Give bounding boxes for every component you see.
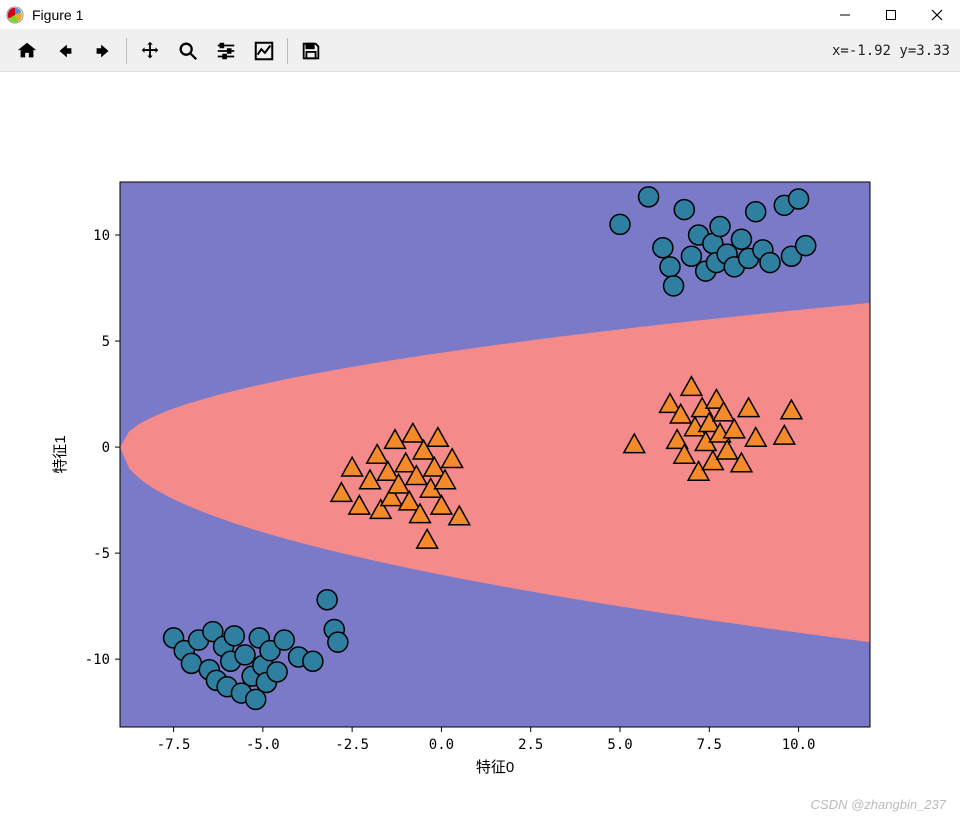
- svg-text:特征0: 特征0: [476, 759, 514, 776]
- svg-text:2.5: 2.5: [518, 737, 543, 753]
- svg-text:10: 10: [93, 228, 110, 244]
- svg-text:5.0: 5.0: [607, 737, 632, 753]
- svg-text:特征1: 特征1: [52, 435, 69, 473]
- minimize-button[interactable]: [822, 0, 868, 30]
- maximize-button[interactable]: [868, 0, 914, 30]
- window-title-bar: Figure 1: [0, 0, 960, 30]
- close-button[interactable]: [914, 0, 960, 30]
- app-icon: [6, 6, 24, 24]
- configure-button[interactable]: [207, 32, 245, 70]
- zoom-button[interactable]: [169, 32, 207, 70]
- svg-text:-7.5: -7.5: [157, 737, 191, 753]
- window-title: Figure 1: [32, 7, 822, 23]
- save-button[interactable]: [292, 32, 330, 70]
- scatter-plot[interactable]: -7.5 -5.0 -2.5 0.0 2.5 5.0 7.5 10.0 -10 -5 0 5 10 特征0…: [0, 72, 960, 802]
- svg-text:0: 0: [102, 440, 110, 456]
- svg-text:5: 5: [102, 334, 110, 350]
- svg-text:-2.5: -2.5: [335, 737, 369, 753]
- pan-button[interactable]: [131, 32, 169, 70]
- svg-text:7.5: 7.5: [697, 737, 722, 753]
- back-button[interactable]: [46, 32, 84, 70]
- home-button[interactable]: [8, 32, 46, 70]
- toolbar: x=-1.92 y=3.33: [0, 30, 960, 72]
- edit-axes-button[interactable]: [245, 32, 283, 70]
- window-controls: [822, 0, 960, 30]
- svg-text:0.0: 0.0: [429, 737, 454, 753]
- coord-readout: x=-1.92 y=3.33: [832, 43, 950, 59]
- svg-text:-5.0: -5.0: [246, 737, 280, 753]
- svg-text:-10: -10: [85, 652, 110, 668]
- forward-button[interactable]: [84, 32, 122, 70]
- plot-area[interactable]: -7.5 -5.0 -2.5 0.0 2.5 5.0 7.5 10.0 -10 -5 0 5 10 特征0…: [0, 72, 960, 816]
- svg-text:-5: -5: [93, 546, 110, 562]
- toolbar-separator: [126, 38, 127, 64]
- toolbar-separator: [287, 38, 288, 64]
- svg-text:10.0: 10.0: [782, 737, 816, 753]
